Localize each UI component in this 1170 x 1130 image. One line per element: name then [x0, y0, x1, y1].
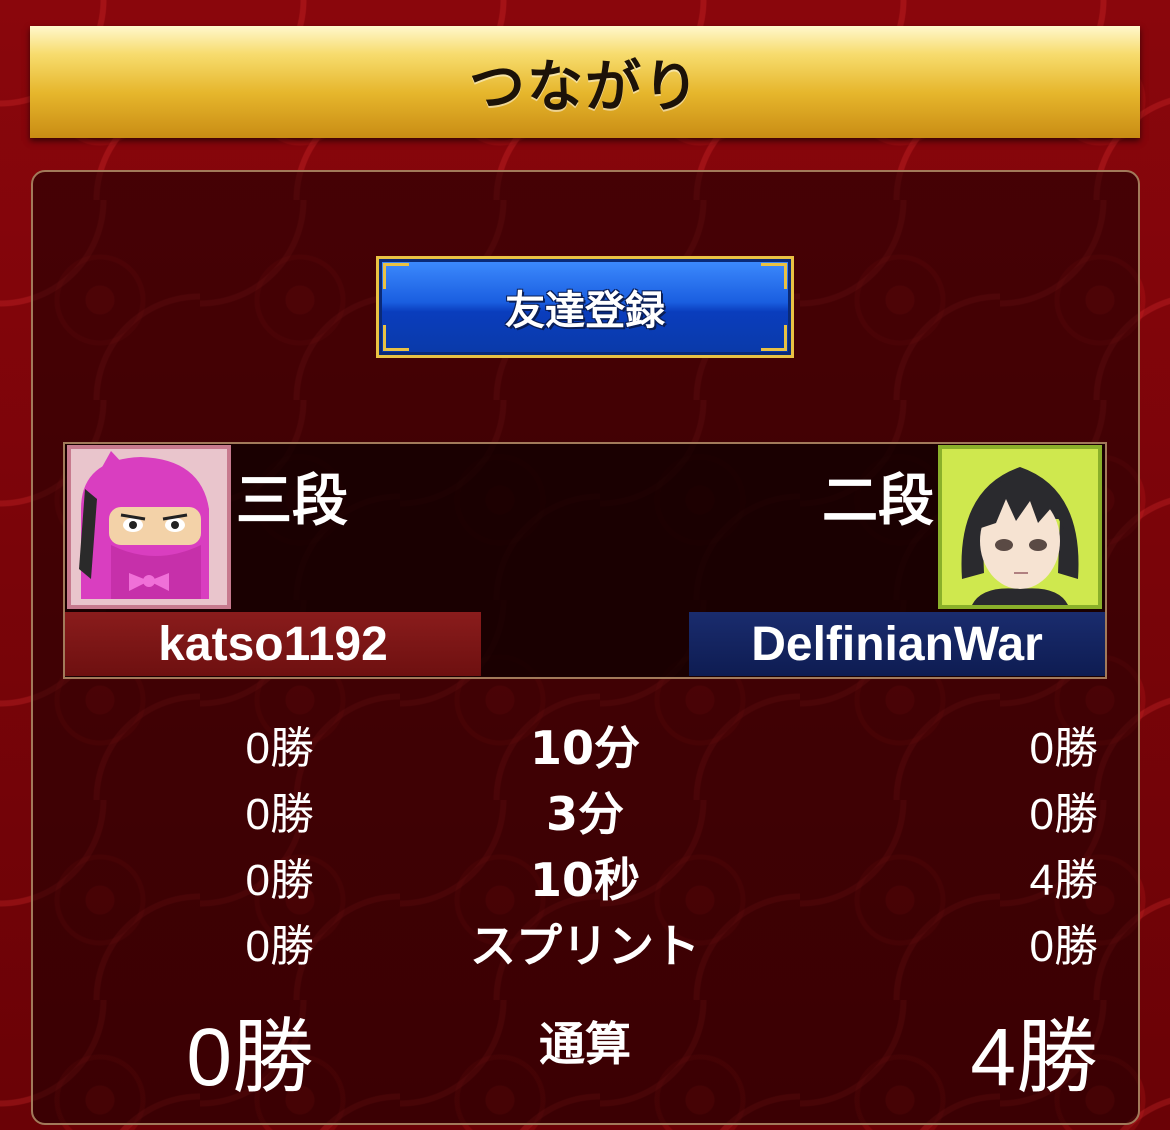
add-friend-label: 友達登録 — [505, 288, 665, 334]
mode-label: スプリント — [470, 919, 700, 973]
player-right-name: DelfinianWar — [689, 612, 1105, 676]
corner-ornament — [383, 263, 409, 289]
right-wins: 4勝 — [1029, 856, 1098, 905]
player-right-avatar[interactable] — [938, 445, 1102, 609]
corner-ornament — [383, 325, 409, 351]
right-total-wins: 4勝 — [970, 1012, 1098, 1103]
corner-ornament — [761, 325, 787, 351]
player-right-rank: 二段 — [822, 469, 934, 534]
title-banner: つながり — [30, 26, 1140, 138]
record-row: 0勝 10秒 4勝 — [0, 844, 1170, 910]
record-row: 0勝 スプリント 0勝 — [0, 910, 1170, 976]
record-row: 0勝 3分 0勝 — [0, 778, 1170, 844]
corner-ornament — [761, 263, 787, 289]
total-row: 0勝 通算 4勝 — [0, 990, 1170, 1103]
character-avatar-icon — [942, 449, 1098, 605]
page-title: つながり — [469, 54, 701, 120]
record-row: 0勝 10分 0勝 — [0, 712, 1170, 778]
player-left-name: katso1192 — [65, 612, 481, 676]
right-wins: 0勝 — [1029, 922, 1098, 971]
left-total-wins: 0勝 — [186, 1012, 314, 1103]
right-wins: 0勝 — [1029, 790, 1098, 839]
ninja-avatar-icon — [71, 449, 227, 605]
player-left-avatar[interactable] — [67, 445, 231, 609]
left-wins: 0勝 — [245, 790, 314, 839]
left-wins: 0勝 — [245, 724, 314, 773]
mode-label: 10秒 — [529, 853, 640, 907]
total-label: 通算 — [539, 1017, 631, 1071]
add-friend-button[interactable]: 友達登録 — [376, 256, 794, 358]
left-wins: 0勝 — [245, 922, 314, 971]
right-wins: 0勝 — [1029, 724, 1098, 773]
player-left-rank: 三段 — [236, 469, 348, 534]
mode-label: 3分 — [545, 787, 624, 841]
mode-label: 10分 — [529, 721, 640, 775]
left-wins: 0勝 — [245, 856, 314, 905]
